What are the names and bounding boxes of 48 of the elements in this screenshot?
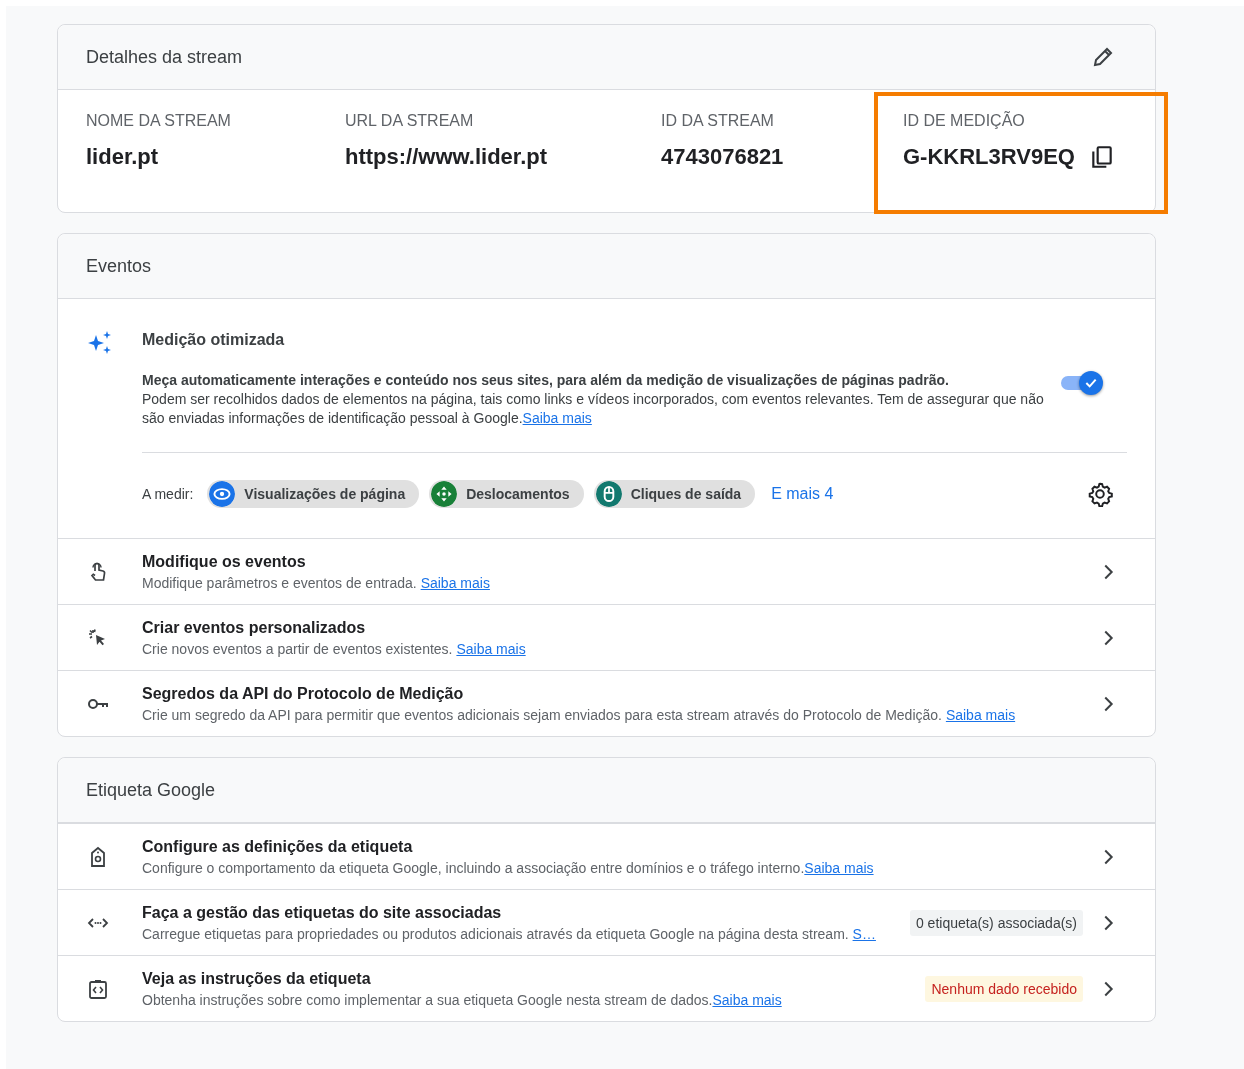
toggle-switch[interactable]: [1061, 371, 1103, 395]
card-title: Detalhes da stream: [86, 46, 243, 68]
card-title: Etiqueta Google: [86, 779, 216, 801]
row-title: Segredos da API do Protocolo de Medição: [142, 684, 465, 703]
field-value: 4743076821: [661, 144, 784, 170]
list-row[interactable]: Modifique os eventos Modifique parâmetros e eventos de entrada. Saiba mais: [58, 538, 1155, 604]
row-title: Configure as definições da etiqueta: [142, 837, 414, 856]
row-title: Criar eventos personalizados: [142, 618, 367, 637]
row-title: Faça a gestão das etiquetas do site associadas: [142, 903, 503, 922]
pencil-icon[interactable]: [1091, 45, 1115, 69]
learn-more-link[interactable]: Saiba mais: [456, 640, 526, 657]
settings-icon[interactable]: [1087, 481, 1113, 507]
row-title: Veja as instruções da etiqueta: [142, 969, 372, 988]
event-chip[interactable]: Deslocamentos: [429, 480, 584, 508]
row-title: Modifique os eventos: [142, 552, 307, 571]
learn-more-link[interactable]: Saiba mais: [945, 706, 1016, 723]
row-description: Modifique parâmetros e eventos de entrada. Saiba mais: [142, 574, 491, 591]
field-label: ID DA STREAM: [661, 112, 775, 130]
section-title: Medição otimizada: [142, 331, 286, 349]
list-row[interactable]: Faça a gestão das etiquetas do site associadas Carregue etiquetas para propriedades ou produtos adicionais através da etiqueta Google na página desta stream. S… 0 etiqueta(s) associada(s): [58, 889, 1155, 955]
list-row[interactable]: Segredos da API do Protocolo de Medição Crie um segredo da API para permitir que eventos adicionais sejam enviados para esta stream através do Protocolo de Medição. Saiba mais: [58, 670, 1155, 736]
field-value: G-KKRL3RV9EQ: [903, 144, 1075, 170]
row-description: Crie novos eventos a partir de eventos existentes. Saiba mais: [142, 640, 527, 657]
learn-more-link[interactable]: Saiba mais: [522, 410, 592, 426]
row-description: Obtenha instruções sobre como implementar a sua etiqueta Google nesta stream de dados.Saiba mais: [142, 991, 783, 1008]
list-row[interactable]: Veja as instruções da etiqueta Obtenha instruções sobre como implementar a sua etiqueta Google nesta stream de dados.Saiba mais Nenhum dado recebido: [58, 955, 1155, 1021]
description: Meça automaticamente interações e conteúdo nos seus sites, para além da medição de visualizações de páginas padrão. Podem ser recolhidos dados de elementos na página, tais como links e vídeos incorporados, com eventos relevantes. Tem de assegurar que não são enviadas informações de identificação pessoal à Google.Saiba mais: [142, 371, 1045, 428]
event-chip[interactable]: Cliques de saída: [593, 480, 756, 508]
list-row[interactable]: Criar eventos personalizados Crie novos eventos a partir de eventos existentes. Saiba mais: [58, 604, 1155, 670]
field-label: URL DA STREAM: [345, 112, 475, 130]
learn-more-link[interactable]: Saiba mais: [804, 859, 874, 876]
learn-more-link[interactable]: Saiba mais: [420, 574, 490, 591]
list-row[interactable]: Configure as definições da etiqueta Configure o comportamento da etiqueta Google, incluindo a associação entre domínios e o tráfego interno.Saiba mais: [58, 823, 1155, 889]
field-value: https://www.lider.pt: [345, 144, 548, 170]
field-value: lider.pt: [86, 144, 159, 170]
status-badge: Nenhum dado recebido: [925, 975, 1083, 1002]
event-chip[interactable]: Visualizações de página: [207, 480, 420, 508]
field-label: NOME DA STREAM: [86, 112, 232, 130]
row-description: Configure o comportamento da etiqueta Google, incluindo a associação entre domínios e o tráfego interno.Saiba mais: [142, 859, 875, 876]
row-description: Crie um segredo da API para permitir que eventos adicionais sejam enviados para esta stream através do Protocolo de Medição. Saiba mais: [142, 706, 1017, 723]
learn-more-link[interactable]: Saiba mais: [712, 991, 782, 1008]
status-badge: 0 etiqueta(s) associada(s): [909, 909, 1083, 936]
card-title: Eventos: [86, 255, 152, 277]
learn-more-link[interactable]: S…: [852, 925, 876, 942]
measuring-label: A medir:: [142, 486, 194, 502]
field-label: ID DE MEDIÇÃO: [903, 112, 1026, 130]
row-description: Carregue etiquetas para propriedades ou produtos adicionais através da etiqueta Google na página desta stream. S…: [142, 925, 877, 942]
more-link[interactable]: E mais 4: [771, 485, 1077, 503]
